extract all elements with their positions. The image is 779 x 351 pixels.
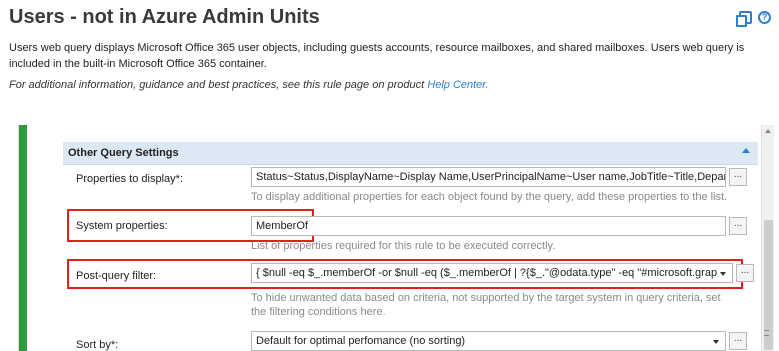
- help-note: For additional information, guidance and…: [9, 79, 489, 91]
- system-properties-edit-button[interactable]: ...: [729, 217, 747, 235]
- scroll-grip-icon: [764, 330, 769, 336]
- chevron-down-icon: [713, 340, 719, 344]
- sort-by-edit-button[interactable]: ...: [729, 332, 747, 350]
- post-query-filter-select[interactable]: { $null -eq $_.memberOf -or $null -eq ($…: [251, 263, 733, 283]
- section-title: Other Query Settings: [68, 147, 179, 159]
- post-query-filter-hint: To hide unwanted data based on criteria,…: [251, 292, 721, 318]
- properties-hint: To display additional properties for eac…: [251, 191, 728, 203]
- chevron-down-icon: [720, 272, 726, 276]
- copy-icon[interactable]: [736, 11, 752, 27]
- header-actions: ?: [736, 11, 771, 27]
- help-icon[interactable]: ?: [758, 11, 771, 24]
- post-query-filter-value: { $null -eq $_.memberOf -or $null -eq ($…: [256, 267, 718, 279]
- system-properties-label: System properties:: [76, 220, 168, 232]
- help-note-text: For additional information, guidance and…: [9, 79, 428, 91]
- properties-label: Properties to display*:: [76, 173, 183, 185]
- sort-by-select[interactable]: Default for optimal perfomance (no sorti…: [251, 331, 726, 351]
- post-query-filter-edit-button[interactable]: ...: [736, 264, 754, 282]
- sort-by-value: Default for optimal perfomance (no sorti…: [256, 335, 466, 347]
- status-accent-bar: [19, 125, 27, 351]
- page-title: Users - not in Azure Admin Units: [9, 6, 320, 28]
- other-query-settings-header[interactable]: Other Query Settings: [63, 142, 758, 165]
- post-query-filter-label: Post-query filter:: [76, 270, 157, 282]
- vertical-scrollbar[interactable]: [761, 125, 774, 351]
- system-properties-input[interactable]: MemberOf: [251, 216, 726, 236]
- sort-by-label: Sort by*:: [76, 339, 119, 351]
- properties-input[interactable]: Status~Status,DisplayName~Display Name,U…: [251, 167, 726, 187]
- rule-description: Users web query displays Microsoft Offic…: [9, 42, 745, 70]
- system-properties-hint: List of properties required for this rul…: [251, 240, 556, 252]
- properties-edit-button[interactable]: ...: [729, 168, 747, 186]
- collapse-icon[interactable]: [742, 148, 750, 153]
- settings-panel: Other Query Settings Properties to displ…: [18, 125, 758, 351]
- help-center-link[interactable]: Help Center.: [427, 79, 488, 91]
- scroll-up-icon[interactable]: [765, 129, 771, 133]
